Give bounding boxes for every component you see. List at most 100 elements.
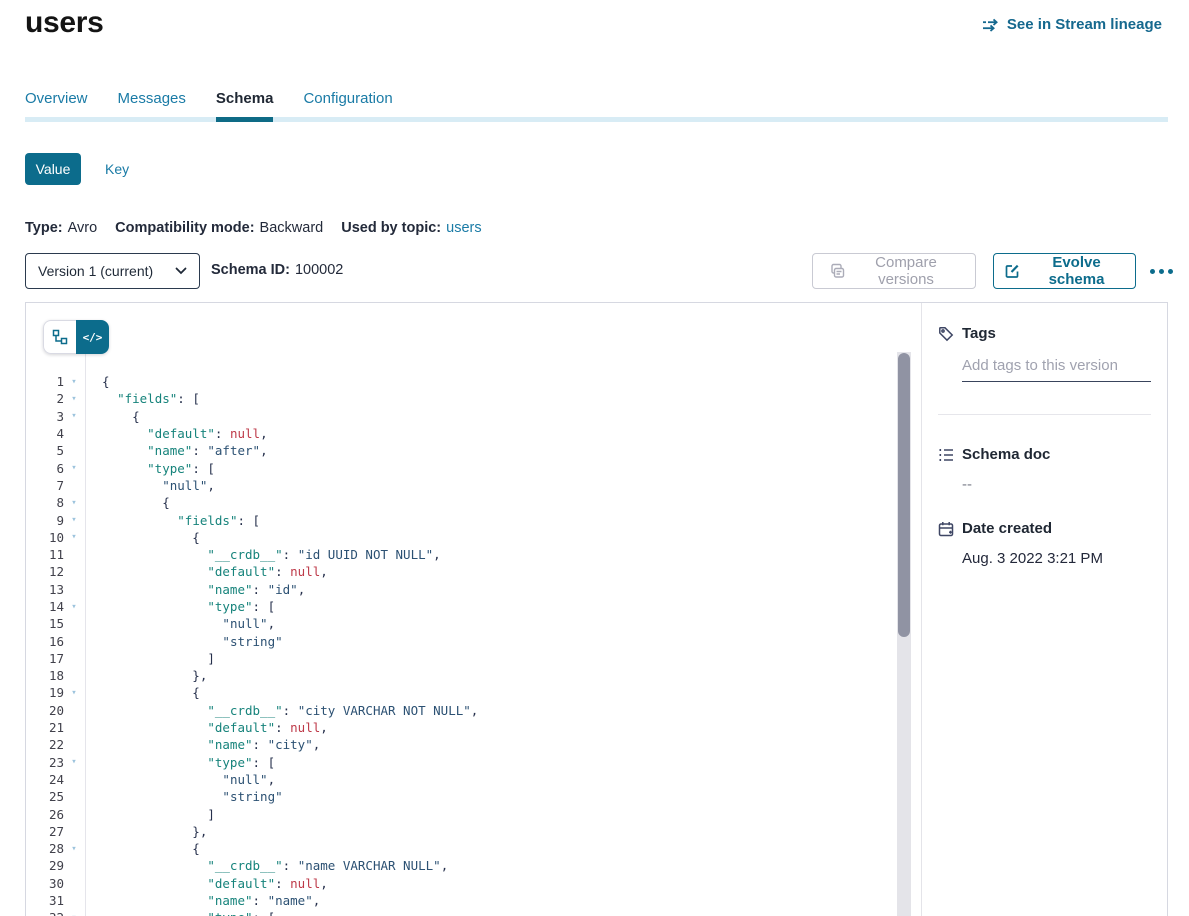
evolve-schema-label: Evolve schema bbox=[1028, 254, 1125, 288]
see-in-stream-lineage-link[interactable]: See in Stream lineage bbox=[982, 16, 1162, 33]
code-text: "string" bbox=[84, 634, 283, 649]
code-text: "type": [ bbox=[84, 461, 215, 476]
evolve-schema-button[interactable]: Evolve schema bbox=[993, 253, 1136, 289]
tree-view-button[interactable] bbox=[43, 320, 76, 354]
schema-page: users See in Stream lineage Overview Mess… bbox=[0, 0, 1189, 916]
more-options-button[interactable] bbox=[1142, 261, 1180, 281]
code-line: 18 }, bbox=[26, 667, 896, 684]
code-line: 20 "__crdb__": "city VARCHAR NOT NULL", bbox=[26, 702, 896, 719]
tab-overview[interactable]: Overview bbox=[25, 90, 88, 122]
schema-view-toggle: </> bbox=[43, 320, 109, 354]
code-line: 32▾ "type": [ bbox=[26, 909, 896, 916]
code-view-icon: </> bbox=[83, 331, 103, 344]
schema-doc-section-header: Schema doc bbox=[938, 446, 1168, 463]
code-line: 30 "default": null, bbox=[26, 875, 896, 892]
fold-toggle-icon[interactable]: ▾ bbox=[64, 498, 84, 508]
code-line: 16 "string" bbox=[26, 632, 896, 649]
line-number: 12 bbox=[26, 564, 64, 579]
date-created-value: Aug. 3 2022 3:21 PM bbox=[962, 550, 1168, 567]
code-line: 1▾{ bbox=[26, 373, 896, 390]
code-line: 7 "null", bbox=[26, 477, 896, 494]
code-line: 12 "default": null, bbox=[26, 563, 896, 580]
schema-doc-value: -- bbox=[962, 476, 1168, 493]
code-line: 22 "name": "city", bbox=[26, 736, 896, 753]
line-number: 9 bbox=[26, 513, 64, 528]
schema-code-editor: 1▾{2▾ "fields": [3▾ {4 "default": null,5… bbox=[26, 373, 896, 916]
line-number: 30 bbox=[26, 876, 64, 891]
line-number: 20 bbox=[26, 703, 64, 718]
code-line: 19▾ { bbox=[26, 684, 896, 701]
code-text: "fields": [ bbox=[84, 391, 200, 406]
code-text: "name": "id", bbox=[84, 582, 305, 597]
fold-toggle-icon[interactable]: ▾ bbox=[64, 688, 84, 698]
code-text: ] bbox=[84, 651, 215, 666]
code-view-button[interactable]: </> bbox=[76, 320, 109, 354]
tab-messages[interactable]: Messages bbox=[118, 90, 186, 122]
fold-toggle-icon[interactable]: ▾ bbox=[64, 602, 84, 612]
code-line: 27 }, bbox=[26, 823, 896, 840]
edit-icon bbox=[1004, 263, 1020, 279]
code-text: "type": [ bbox=[84, 910, 275, 916]
fold-toggle-icon[interactable]: ▾ bbox=[64, 463, 84, 473]
line-number: 27 bbox=[26, 824, 64, 839]
add-tags-input[interactable] bbox=[962, 357, 1151, 382]
code-scrollbar-track[interactable] bbox=[897, 352, 911, 916]
fold-toggle-icon[interactable]: ▾ bbox=[64, 377, 84, 387]
code-text: "fields": [ bbox=[84, 513, 260, 528]
code-text: }, bbox=[84, 668, 207, 683]
line-number: 1 bbox=[26, 374, 64, 389]
line-number: 13 bbox=[26, 582, 64, 597]
code-text: "null", bbox=[84, 616, 275, 631]
schema-type: Type:Avro bbox=[25, 220, 97, 236]
tab-configuration[interactable]: Configuration bbox=[303, 90, 392, 122]
line-number: 18 bbox=[26, 668, 64, 683]
topic-link[interactable]: users bbox=[446, 220, 481, 236]
code-text: "name": "after", bbox=[84, 443, 268, 458]
fold-toggle-icon[interactable]: ▾ bbox=[64, 394, 84, 404]
date-created-title: Date created bbox=[962, 520, 1052, 537]
schema-sidebar: Tags Schema doc -- bbox=[922, 303, 1168, 916]
schema-id-value: 100002 bbox=[295, 262, 343, 278]
code-text: "default": null, bbox=[84, 720, 328, 735]
code-text: }, bbox=[84, 824, 207, 839]
code-line: 29 "__crdb__": "name VARCHAR NULL", bbox=[26, 857, 896, 874]
fold-toggle-icon[interactable]: ▾ bbox=[64, 757, 84, 767]
version-select[interactable]: Version 1 (current) bbox=[25, 253, 200, 289]
tags-title: Tags bbox=[962, 325, 996, 342]
code-line: 6▾ "type": [ bbox=[26, 459, 896, 476]
line-number: 2 bbox=[26, 391, 64, 406]
code-text: { bbox=[84, 495, 170, 510]
code-line: 21 "default": null, bbox=[26, 719, 896, 736]
code-line: 2▾ "fields": [ bbox=[26, 390, 896, 407]
code-line: 8▾ { bbox=[26, 494, 896, 511]
value-tab-button[interactable]: Value bbox=[25, 153, 81, 185]
line-number: 3 bbox=[26, 409, 64, 424]
fold-toggle-icon[interactable]: ▾ bbox=[64, 532, 84, 542]
date-created-section-header: Date created bbox=[938, 520, 1168, 537]
key-tab-link[interactable]: Key bbox=[105, 161, 129, 177]
code-line: 11 "__crdb__": "id UUID NOT NULL", bbox=[26, 546, 896, 563]
code-scrollbar-thumb[interactable] bbox=[898, 353, 910, 637]
version-select-value: Version 1 (current) bbox=[38, 263, 175, 279]
line-number: 22 bbox=[26, 737, 64, 752]
code-line: 3▾ { bbox=[26, 408, 896, 425]
code-text: "string" bbox=[84, 789, 283, 804]
compare-versions-button[interactable]: Compare versions bbox=[812, 253, 976, 289]
fold-toggle-icon[interactable]: ▾ bbox=[64, 515, 84, 525]
code-line: 28▾ { bbox=[26, 840, 896, 857]
code-line: 26 ] bbox=[26, 805, 896, 822]
tab-schema[interactable]: Schema bbox=[216, 90, 274, 122]
code-text: { bbox=[84, 841, 200, 856]
code-line: 5 "name": "after", bbox=[26, 442, 896, 459]
code-text: "null", bbox=[84, 478, 215, 493]
code-text: "null", bbox=[84, 772, 275, 787]
calendar-plus-icon bbox=[938, 521, 954, 537]
code-line: 4 "default": null, bbox=[26, 425, 896, 442]
code-text: "__crdb__": "city VARCHAR NOT NULL", bbox=[84, 703, 478, 718]
line-number: 25 bbox=[26, 789, 64, 804]
fold-toggle-icon[interactable]: ▾ bbox=[64, 411, 84, 421]
line-number: 17 bbox=[26, 651, 64, 666]
schema-doc-title: Schema doc bbox=[962, 446, 1050, 463]
code-line: 17 ] bbox=[26, 650, 896, 667]
fold-toggle-icon[interactable]: ▾ bbox=[64, 844, 84, 854]
